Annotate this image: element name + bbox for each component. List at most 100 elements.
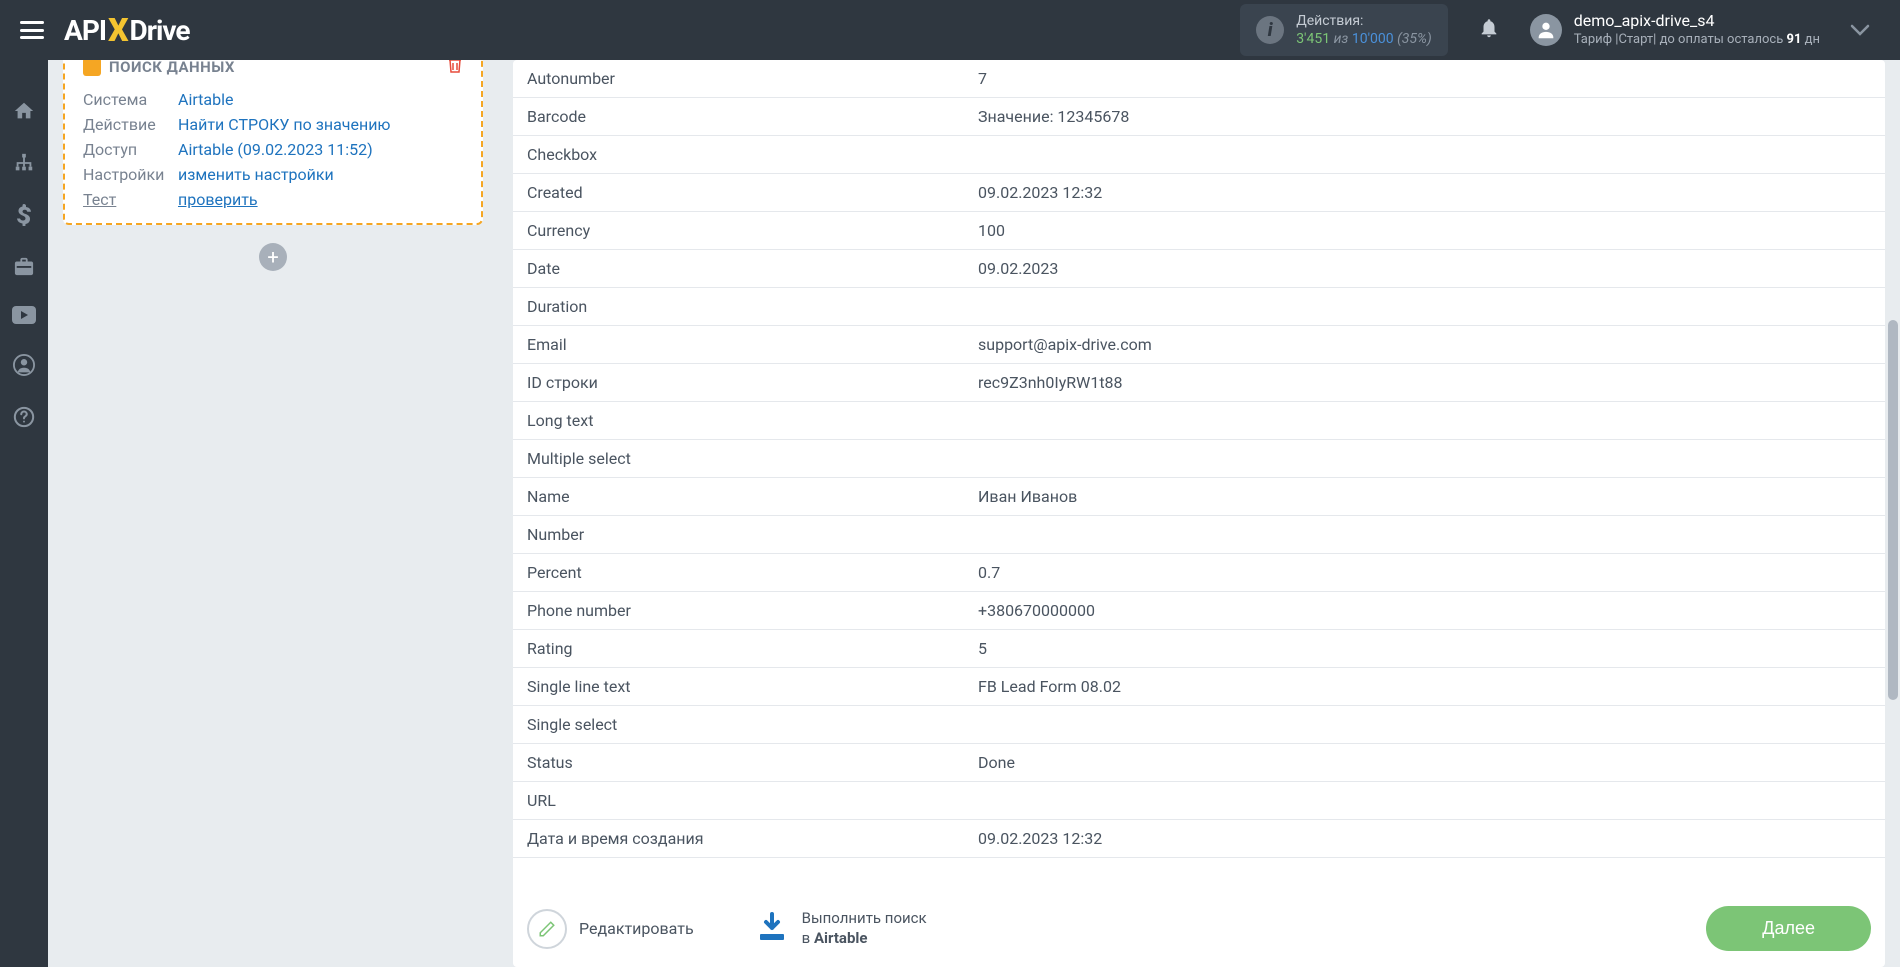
bell-icon[interactable] xyxy=(1478,16,1500,44)
sidebar-home-icon[interactable] xyxy=(0,100,48,122)
actions-numbers: 3'451 из 10'000 (35%) xyxy=(1296,30,1432,48)
reload-line2: в Airtable xyxy=(802,929,927,949)
row-value xyxy=(978,145,1885,164)
row-key: Currency xyxy=(513,221,978,240)
search-data-card: ПОИСК ДАННЫХ Система Airtable Действие Н… xyxy=(63,60,483,225)
hamburger-menu-icon[interactable] xyxy=(20,21,44,39)
row-value xyxy=(978,715,1885,734)
row-key: Rating xyxy=(513,639,978,658)
row-value: 09.02.2023 xyxy=(978,259,1885,278)
action-value[interactable]: Найти СТРОКУ по значению xyxy=(178,115,463,134)
row-key: Email xyxy=(513,335,978,354)
table-row: Created09.02.2023 12:32 xyxy=(513,174,1885,212)
row-value: 09.02.2023 12:32 xyxy=(978,829,1885,848)
table-row: Percent0.7 xyxy=(513,554,1885,592)
row-key: URL xyxy=(513,791,978,810)
table-row: Date09.02.2023 xyxy=(513,250,1885,288)
user-name: demo_apix-drive_s4 xyxy=(1574,11,1820,32)
edit-label: Редактировать xyxy=(579,919,694,938)
edit-button[interactable]: Редактировать xyxy=(527,909,694,949)
row-key: Single select xyxy=(513,715,978,734)
row-value: 5 xyxy=(978,639,1885,658)
table-row: Дата и время создания09.02.2023 12:32 xyxy=(513,820,1885,858)
row-key: Phone number xyxy=(513,601,978,620)
info-icon: i xyxy=(1256,16,1284,44)
table-row: Multiple select xyxy=(513,440,1885,478)
next-button[interactable]: Далее xyxy=(1706,906,1871,951)
avatar xyxy=(1530,14,1562,46)
sidebar-help-icon[interactable] xyxy=(0,406,48,428)
table-row: BarcodeЗначение: 12345678 xyxy=(513,98,1885,136)
test-value[interactable]: проверить xyxy=(178,190,463,209)
table-row: Duration xyxy=(513,288,1885,326)
row-value: Иван Иванов xyxy=(978,487,1885,506)
system-label: Система xyxy=(83,90,178,109)
add-step-button[interactable]: + xyxy=(259,243,287,271)
sidebar-user-icon[interactable] xyxy=(0,354,48,376)
table-row: Rating5 xyxy=(513,630,1885,668)
row-key: Name xyxy=(513,487,978,506)
access-value[interactable]: Airtable (09.02.2023 11:52) xyxy=(178,140,463,159)
sidebar-youtube-icon[interactable] xyxy=(0,306,48,324)
sidebar xyxy=(0,60,48,967)
access-label: Доступ xyxy=(83,140,178,159)
table-row: ID строкиrec9Z3nh0IyRW1t88 xyxy=(513,364,1885,402)
actions-counter[interactable]: i Действия: 3'451 из 10'000 (35%) xyxy=(1240,4,1448,56)
row-value xyxy=(978,411,1885,430)
table-row: Phone number+380670000000 xyxy=(513,592,1885,630)
table-row: Checkbox xyxy=(513,136,1885,174)
download-icon xyxy=(756,912,788,946)
row-key: Single line text xyxy=(513,677,978,696)
sidebar-briefcase-icon[interactable] xyxy=(0,256,48,276)
user-block[interactable]: demo_apix-drive_s4 Тариф |Старт| до опла… xyxy=(1530,11,1820,49)
actions-label: Действия: xyxy=(1296,12,1432,30)
row-key: Barcode xyxy=(513,107,978,126)
row-value: FB Lead Form 08.02 xyxy=(978,677,1885,696)
reload-button[interactable]: Выполнить поиск в Airtable xyxy=(756,909,927,948)
search-badge-icon xyxy=(83,60,101,76)
row-value: rec9Z3nh0IyRW1t88 xyxy=(978,373,1885,392)
table-row: NameИван Иванов xyxy=(513,478,1885,516)
row-value xyxy=(978,297,1885,316)
row-key: Long text xyxy=(513,411,978,430)
card-title: ПОИСК ДАННЫХ xyxy=(109,60,235,76)
row-value: 0.7 xyxy=(978,563,1885,582)
row-value: Значение: 12345678 xyxy=(978,107,1885,126)
settings-value[interactable]: изменить настройки xyxy=(178,165,463,184)
row-key: Checkbox xyxy=(513,145,978,164)
row-value: 100 xyxy=(978,221,1885,240)
row-value xyxy=(978,449,1885,468)
table-row: Currency100 xyxy=(513,212,1885,250)
pencil-icon xyxy=(527,909,567,949)
settings-label: Настройки xyxy=(83,165,178,184)
row-key: Number xyxy=(513,525,978,544)
row-value xyxy=(978,791,1885,810)
data-panel: Autonumber7BarcodeЗначение: 12345678Chec… xyxy=(513,60,1885,967)
row-value: support@apix-drive.com xyxy=(978,335,1885,354)
row-value: Done xyxy=(978,753,1885,772)
system-value[interactable]: Airtable xyxy=(178,90,463,109)
scrollbar-thumb[interactable] xyxy=(1888,320,1898,700)
logo[interactable]: APIXDrive xyxy=(64,11,189,49)
sidebar-connections-icon[interactable] xyxy=(0,152,48,174)
row-key: ID строки xyxy=(513,373,978,392)
action-label: Действие xyxy=(83,115,178,134)
row-key: Autonumber xyxy=(513,69,978,88)
scrollbar-vertical[interactable] xyxy=(1886,60,1900,967)
sidebar-billing-icon[interactable] xyxy=(0,204,48,226)
test-label: Тест xyxy=(83,190,178,209)
row-key: Date xyxy=(513,259,978,278)
table-row: Autonumber7 xyxy=(513,60,1885,98)
row-key: Duration xyxy=(513,297,978,316)
row-key: Дата и время создания xyxy=(513,829,978,848)
delete-icon[interactable] xyxy=(447,60,463,78)
reload-line1: Выполнить поиск xyxy=(802,909,927,929)
row-key: Status xyxy=(513,753,978,772)
table-row: StatusDone xyxy=(513,744,1885,782)
table-row: Single line textFB Lead Form 08.02 xyxy=(513,668,1885,706)
top-header: APIXDrive i Действия: 3'451 из 10'000 (3… xyxy=(0,0,1900,60)
row-key: Created xyxy=(513,183,978,202)
chevron-down-icon[interactable] xyxy=(1850,21,1870,40)
table-row: Emailsupport@apix-drive.com xyxy=(513,326,1885,364)
user-tariff: Тариф |Старт| до оплаты осталось 91 дн xyxy=(1574,32,1820,49)
